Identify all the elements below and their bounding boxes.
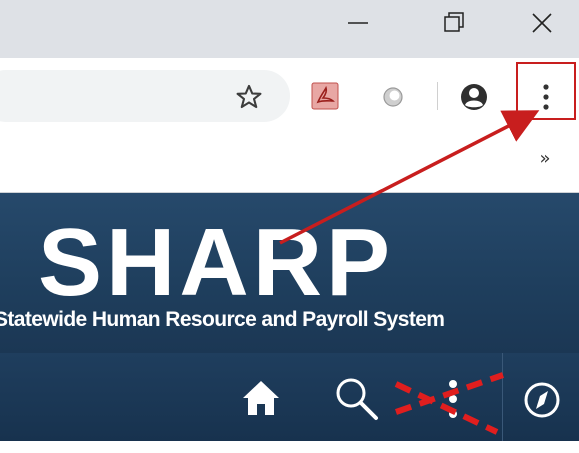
acrobat-icon bbox=[311, 82, 339, 110]
bookmark-star-button[interactable] bbox=[232, 82, 266, 112]
search-icon bbox=[336, 378, 378, 420]
browser-title-bar bbox=[0, 0, 579, 58]
close-icon bbox=[532, 13, 552, 33]
profile-button[interactable] bbox=[458, 81, 490, 113]
search-button[interactable] bbox=[330, 372, 382, 424]
home-button[interactable] bbox=[238, 375, 284, 421]
minimize-button[interactable] bbox=[314, 0, 402, 46]
restore-button[interactable] bbox=[410, 0, 498, 46]
home-icon bbox=[243, 381, 279, 415]
restore-icon bbox=[444, 12, 464, 32]
compass-button[interactable] bbox=[520, 378, 564, 422]
site-logo: SHARP bbox=[38, 209, 395, 316]
minimize-icon bbox=[348, 22, 368, 24]
pdf-extension-button[interactable] bbox=[310, 81, 340, 111]
compass-icon bbox=[524, 382, 560, 418]
annotation-highlight-box bbox=[516, 62, 576, 120]
nav-divider bbox=[502, 353, 503, 441]
star-icon bbox=[236, 84, 262, 109]
page-bottom-strip bbox=[0, 441, 579, 453]
bookmarks-bar bbox=[0, 134, 579, 193]
kebab-menu-icon bbox=[449, 380, 457, 418]
circle-extension-icon bbox=[383, 87, 403, 107]
bookmarks-overflow-button[interactable]: » bbox=[532, 146, 558, 172]
close-button[interactable] bbox=[498, 0, 579, 46]
site-nav-bar bbox=[0, 353, 579, 441]
toolbar-divider bbox=[437, 82, 438, 110]
circle-extension-button[interactable] bbox=[380, 84, 406, 110]
site-menu-button[interactable] bbox=[438, 374, 468, 424]
account-icon bbox=[461, 84, 487, 110]
site-subtitle: Statewide Human Resource and Payroll Sys… bbox=[0, 308, 445, 331]
